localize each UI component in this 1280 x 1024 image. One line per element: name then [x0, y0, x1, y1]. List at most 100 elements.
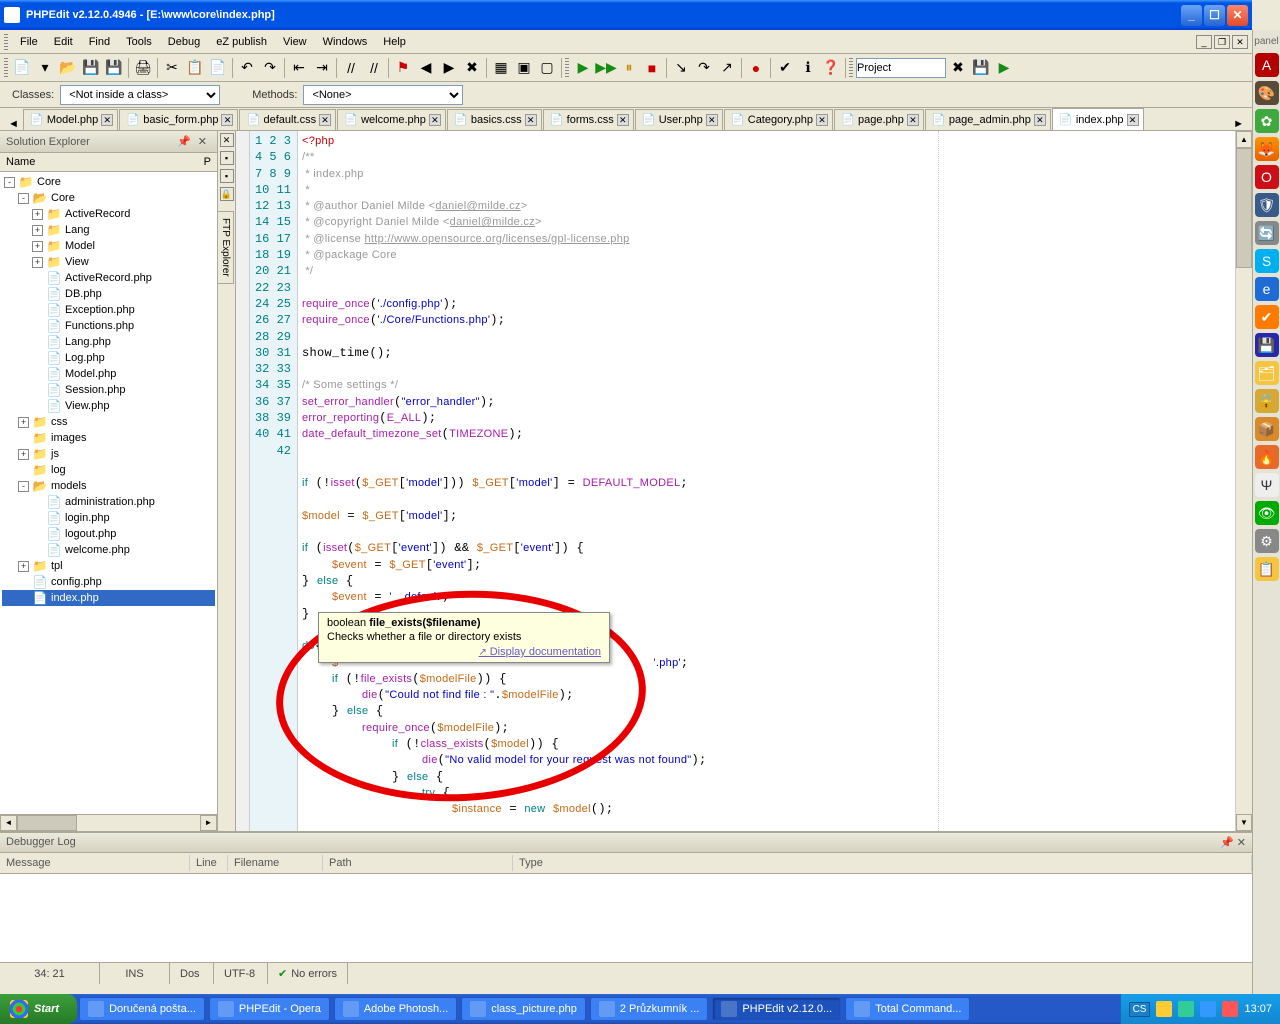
tree-file[interactable]: 📄Log.php — [2, 350, 215, 366]
tree-toggle[interactable]: + — [18, 417, 29, 428]
file-tab[interactable]: 📄welcome.php✕ — [337, 109, 446, 130]
clock[interactable]: 13:07 — [1244, 1003, 1272, 1015]
tree-toggle[interactable]: + — [18, 561, 29, 572]
help-button[interactable]: ❓ — [820, 57, 842, 79]
bookmark-next-button[interactable]: ▶ — [438, 57, 460, 79]
tree-file[interactable]: 📄welcome.php — [2, 542, 215, 558]
gimp-icon[interactable]: 🎨 — [1255, 81, 1279, 105]
tray-icon[interactable] — [1200, 1001, 1216, 1017]
tree-folder[interactable]: -📁Core — [2, 174, 215, 190]
tab-close-button[interactable]: ✕ — [1034, 114, 1046, 126]
fold-button[interactable]: ▣ — [513, 57, 535, 79]
tree-folder[interactable]: +📁ActiveRecord — [2, 206, 215, 222]
tray-icon[interactable] — [1222, 1001, 1238, 1017]
menu-windows[interactable]: Windows — [315, 33, 376, 51]
debug-start-button[interactable]: ▶ — [572, 57, 594, 79]
tab-close-button[interactable]: ✕ — [319, 114, 331, 126]
project-run-button[interactable]: ▶ — [993, 57, 1015, 79]
pin-icon[interactable]: 📌 — [177, 136, 191, 148]
tab-close-button[interactable]: ✕ — [907, 114, 919, 126]
menu-help[interactable]: Help — [375, 33, 414, 51]
breakpoint-button[interactable]: ● — [745, 57, 767, 79]
check-app-icon[interactable]: ✔ — [1255, 305, 1279, 329]
sync-icon[interactable]: 🔄 — [1255, 221, 1279, 245]
file-tab[interactable]: 📄forms.css✕ — [543, 109, 634, 130]
tree-folder[interactable]: +📁js — [2, 446, 215, 462]
tree-file[interactable]: 📄Lang.php — [2, 334, 215, 350]
validate-button[interactable]: ✔ — [774, 57, 796, 79]
ie-icon[interactable]: e — [1255, 277, 1279, 301]
taskbar-item[interactable]: Doručená pošta... — [79, 997, 205, 1021]
step-into-button[interactable]: ↘ — [670, 57, 692, 79]
col-type[interactable]: Type — [513, 855, 1252, 871]
col-path[interactable]: Path — [323, 855, 513, 871]
tree-file[interactable]: 📄administration.php — [2, 494, 215, 510]
taskbar-item[interactable]: Total Command... — [845, 997, 970, 1021]
tray-icon[interactable] — [1178, 1001, 1194, 1017]
tree-file[interactable]: 📄View.php — [2, 398, 215, 414]
tray-icon[interactable] — [1156, 1001, 1172, 1017]
file-tab[interactable]: 📄Category.php✕ — [724, 109, 833, 130]
pin-icon[interactable]: 📌 — [1220, 837, 1234, 849]
project-close-button[interactable]: ✖ — [947, 57, 969, 79]
menu-ezpublish[interactable]: eZ publish — [208, 33, 275, 51]
indent-right-button[interactable]: ⇥ — [311, 57, 333, 79]
panel-opt-2[interactable]: ▪ — [220, 169, 234, 183]
tree-folder[interactable]: +📁Lang — [2, 222, 215, 238]
app-icon-2[interactable]: ⚙ — [1255, 529, 1279, 553]
tree-folder[interactable]: +📁css — [2, 414, 215, 430]
taskbar-item[interactable]: PHPEdit - Opera — [209, 997, 330, 1021]
menu-find[interactable]: Find — [81, 33, 118, 51]
indent-left-button[interactable]: ⇤ — [288, 57, 310, 79]
project-input[interactable] — [856, 58, 946, 78]
tree-folder[interactable]: +📁tpl — [2, 558, 215, 574]
tree-file[interactable]: 📄index.php — [2, 590, 215, 606]
tree-folder[interactable]: 📁log — [2, 462, 215, 478]
menu-view[interactable]: View — [275, 33, 315, 51]
tree-folder[interactable]: +📁View — [2, 254, 215, 270]
tab-close-button[interactable]: ✕ — [429, 114, 441, 126]
tree-hscroll[interactable]: ◄► — [0, 814, 217, 831]
tree-toggle[interactable]: + — [32, 241, 43, 252]
mdi-restore-button[interactable]: ❐ — [1214, 35, 1230, 49]
debugger-close-button[interactable]: ✕ — [1237, 837, 1246, 849]
menu-file[interactable]: File — [12, 33, 46, 51]
file-tab[interactable]: 📄Model.php✕ — [23, 109, 118, 130]
file-tab[interactable]: 📄basic_form.php✕ — [119, 109, 238, 130]
panel-close-button[interactable]: ✕ — [194, 136, 211, 148]
tab-close-button[interactable]: ✕ — [816, 114, 828, 126]
file-tab[interactable]: 📄page.php✕ — [834, 109, 924, 130]
undo-button[interactable]: ↶ — [236, 57, 258, 79]
save-all-button[interactable]: 💾 — [103, 57, 125, 79]
tab-close-button[interactable]: ✕ — [221, 114, 233, 126]
panel-opt-3[interactable]: 🔒 — [220, 187, 234, 201]
tree-file[interactable]: 📄Session.php — [2, 382, 215, 398]
file-tab[interactable]: 📄index.php✕ — [1052, 108, 1144, 130]
debug-pause-button[interactable]: ⏸ — [618, 57, 640, 79]
project-save-button[interactable]: 💾 — [970, 57, 992, 79]
shield-icon[interactable]: 🛡 — [1255, 193, 1279, 217]
menu-tools[interactable]: Tools — [118, 33, 160, 51]
methods-select[interactable]: <None> — [303, 85, 463, 105]
skype-icon[interactable]: S — [1255, 249, 1279, 273]
tree-toggle[interactable]: - — [18, 193, 29, 204]
doc-link[interactable]: ↗ Display documentation — [327, 646, 601, 658]
taskbar-item[interactable]: 2 Průzkumník ... — [590, 997, 708, 1021]
maximize-button[interactable]: ☐ — [1204, 5, 1225, 26]
panel-close-x[interactable]: ✕ — [220, 133, 234, 147]
tab-close-button[interactable]: ✕ — [617, 114, 629, 126]
redo-button[interactable]: ↷ — [259, 57, 281, 79]
tree-folder[interactable]: -📂models — [2, 478, 215, 494]
tree-file[interactable]: 📄logout.php — [2, 526, 215, 542]
col-message[interactable]: Message — [0, 855, 190, 871]
tree-folder[interactable]: +📁Model — [2, 238, 215, 254]
minimize-button[interactable]: _ — [1181, 5, 1202, 26]
code-content[interactable]: <?php /** * index.php * * @author Daniel… — [298, 131, 1252, 831]
copy-button[interactable]: 📋 — [184, 57, 206, 79]
eye-icon[interactable]: 👁 — [1255, 501, 1279, 525]
floppy-icon[interactable]: 💾 — [1255, 333, 1279, 357]
tree-folder[interactable]: 📁images — [2, 430, 215, 446]
tree-file[interactable]: 📄DB.php — [2, 286, 215, 302]
tree-file[interactable]: 📄Model.php — [2, 366, 215, 382]
tree-toggle[interactable]: - — [18, 481, 29, 492]
